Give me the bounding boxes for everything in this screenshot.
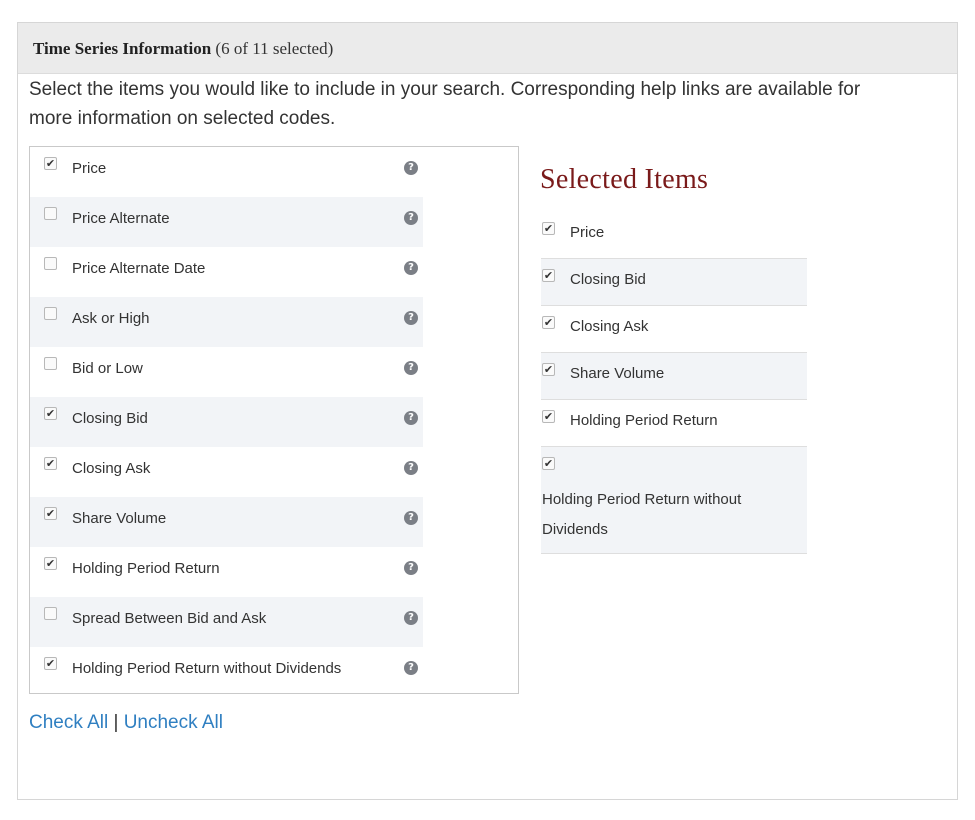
- help-icon[interactable]: ?: [404, 211, 418, 225]
- selected-item[interactable]: ✔ Holding Period Return without Dividends: [541, 447, 807, 554]
- options-list: ✔ Price? Price Alternate? Price Alternate D…: [29, 146, 519, 694]
- selected-item-label: Holding Period Return without Dividends: [542, 491, 742, 538]
- option-row[interactable]: ✔ Holding Period Return without Dividends…: [30, 647, 423, 697]
- uncheck-all-link[interactable]: Uncheck All: [124, 712, 223, 733]
- help-icon[interactable]: ?: [404, 261, 418, 275]
- option-checkbox[interactable]: [44, 607, 57, 620]
- selected-item[interactable]: ✔ Price: [541, 212, 807, 259]
- selected-item-label: Closing Ask: [570, 318, 649, 335]
- option-label: Price Alternate Date: [72, 260, 206, 277]
- option-checkbox[interactable]: ✔: [44, 407, 57, 420]
- help-icon[interactable]: ?: [404, 161, 418, 175]
- option-checkbox[interactable]: ✔: [44, 157, 57, 170]
- option-label: Spread Between Bid and Ask: [72, 610, 267, 627]
- option-row[interactable]: Bid or Low?: [30, 347, 423, 397]
- selected-item[interactable]: ✔ Closing Bid: [541, 259, 807, 306]
- help-icon[interactable]: ?: [404, 511, 418, 525]
- selected-item-label: Closing Bid: [570, 271, 646, 288]
- option-label: Share Volume: [72, 510, 167, 527]
- selected-item[interactable]: ✔ Closing Ask: [541, 306, 807, 353]
- option-label: Ask or High: [72, 310, 150, 327]
- bulk-links: Check All | Uncheck All: [29, 712, 223, 734]
- selected-item-checkbox[interactable]: ✔: [542, 316, 555, 329]
- selected-item-checkbox[interactable]: ✔: [542, 363, 555, 376]
- selected-items-list: ✔ Price ✔ Closing Bid ✔ Closing Ask ✔ Share Vol…: [541, 212, 807, 554]
- help-icon[interactable]: ?: [404, 561, 418, 575]
- option-label: Bid or Low: [72, 360, 143, 377]
- option-label: Holding Period Return: [72, 560, 220, 577]
- help-icon[interactable]: ?: [404, 411, 418, 425]
- help-icon[interactable]: ?: [404, 611, 418, 625]
- selected-items-title: Selected Items: [540, 164, 709, 195]
- option-label: Price: [72, 160, 107, 177]
- instructions-text: Select the items you would like to inclu…: [29, 79, 861, 129]
- option-row[interactable]: ✔ Share Volume?: [30, 497, 423, 547]
- option-row[interactable]: ✔ Closing Bid?: [30, 397, 423, 447]
- option-row[interactable]: ✔ Closing Ask?: [30, 447, 423, 497]
- selection-count: (6 of 11 selected): [215, 39, 334, 58]
- option-checkbox[interactable]: ✔: [44, 557, 57, 570]
- panel-title: Time Series Information: [33, 39, 212, 58]
- help-icon[interactable]: ?: [404, 361, 418, 375]
- option-row[interactable]: ✔ Price?: [30, 147, 423, 197]
- option-checkbox[interactable]: ✔: [44, 507, 57, 520]
- selected-item-checkbox[interactable]: ✔: [542, 269, 555, 282]
- selected-item[interactable]: ✔ Holding Period Return: [541, 400, 807, 447]
- help-icon[interactable]: ?: [404, 661, 418, 675]
- option-checkbox[interactable]: [44, 257, 57, 270]
- link-separator: |: [113, 712, 119, 733]
- option-row[interactable]: Price Alternate?: [30, 197, 423, 247]
- option-checkbox[interactable]: [44, 207, 57, 220]
- selected-item-label: Share Volume: [570, 365, 665, 382]
- option-checkbox[interactable]: ✔: [44, 457, 57, 470]
- selected-item-label: Price: [570, 224, 605, 241]
- help-icon[interactable]: ?: [404, 311, 418, 325]
- option-checkbox[interactable]: [44, 357, 57, 370]
- selected-item-checkbox[interactable]: ✔: [542, 410, 555, 423]
- option-checkbox[interactable]: [44, 307, 57, 320]
- selected-item-label: Holding Period Return: [570, 412, 718, 429]
- option-row[interactable]: Spread Between Bid and Ask?: [30, 597, 423, 647]
- option-checkbox[interactable]: ✔: [44, 657, 57, 670]
- selected-item-checkbox[interactable]: ✔: [542, 222, 555, 235]
- option-row[interactable]: Price Alternate Date?: [30, 247, 423, 297]
- option-label: Price Alternate: [72, 210, 170, 227]
- option-label: Closing Ask: [72, 460, 151, 477]
- check-all-link[interactable]: Check All: [29, 712, 108, 733]
- selected-item[interactable]: ✔ Share Volume: [541, 353, 807, 400]
- selected-item-checkbox[interactable]: ✔: [542, 457, 555, 470]
- option-label: Holding Period Return without Dividends: [72, 660, 342, 677]
- panel-header: Time Series Information (6 of 11 selecte…: [18, 23, 957, 74]
- option-label: Closing Bid: [72, 410, 148, 427]
- help-icon[interactable]: ?: [404, 461, 418, 475]
- option-row[interactable]: Ask or High?: [30, 297, 423, 347]
- option-row[interactable]: ✔ Holding Period Return?: [30, 547, 423, 597]
